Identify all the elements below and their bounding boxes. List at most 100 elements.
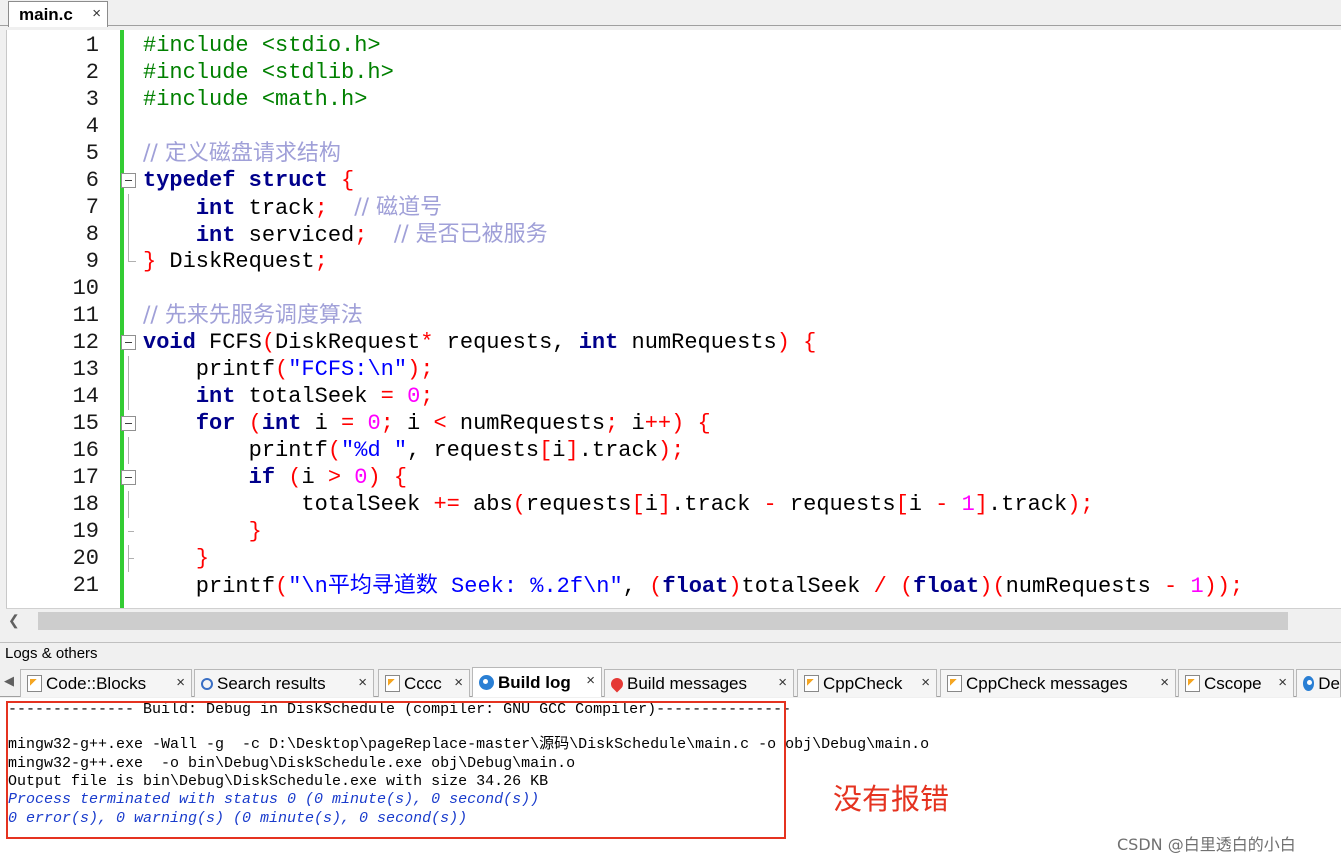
tab-label: Build log — [498, 672, 571, 692]
tab-code-blocks[interactable]: Code::Blocks × — [20, 669, 192, 697]
tab-cscope[interactable]: Cscope × — [1178, 669, 1294, 697]
tab-search-results[interactable]: Search results × — [194, 669, 374, 697]
code-text: } — [195, 546, 210, 571]
fold-guide — [128, 491, 129, 518]
fold-toggle-icon[interactable] — [121, 173, 136, 188]
fold-guide — [128, 194, 129, 221]
tab-label: De — [1318, 673, 1340, 693]
code-text: printf("%d ", requests[i].track); — [143, 438, 685, 463]
code-text: for (int i = 0; i < numRequests; i++) { — [195, 411, 711, 436]
line-number: 13 — [72, 357, 99, 382]
tab-cccc[interactable]: Cccc × — [378, 669, 470, 697]
tab-build-log[interactable]: Build log × — [472, 667, 602, 697]
editor-tab-label: main.c — [19, 4, 73, 24]
fold-guide — [128, 558, 134, 559]
code-text: #include <math.h> — [143, 87, 368, 112]
line-number: 10 — [72, 276, 99, 301]
code-editor[interactable]: 1 #include <stdio.h> 2 #include <stdlib.h> 3… — [6, 30, 1341, 608]
code-text: totalSeek += abs(requests[i].track - req… — [143, 492, 1094, 517]
line-number: 8 — [85, 222, 99, 247]
code-text: int totalSeek = 0; — [195, 384, 434, 409]
document-icon — [947, 675, 962, 692]
logs-panel-header: Logs & others — [0, 642, 1341, 664]
tab-label: Cccc — [404, 673, 442, 693]
scroll-left-icon[interactable]: ❮ — [8, 612, 20, 629]
close-icon[interactable]: × — [1160, 674, 1169, 691]
line-number: 12 — [72, 330, 99, 355]
fold-guide — [128, 383, 129, 410]
code-text: int track; // 磁道号 — [195, 195, 443, 221]
line-number: 16 — [72, 438, 99, 463]
close-icon[interactable]: × — [454, 674, 463, 691]
fold-toggle-icon[interactable] — [121, 416, 136, 431]
highlight-box — [6, 701, 786, 839]
tab-label: Cscope — [1204, 673, 1262, 693]
horizontal-scrollbar[interactable]: ❮ — [6, 608, 1341, 632]
change-marker — [120, 30, 124, 608]
code-text: int serviced; // 是否已被服务 — [195, 222, 548, 248]
code-text: #include <stdio.h> — [143, 33, 381, 58]
line-number: 7 — [85, 195, 99, 220]
line-number: 15 — [72, 411, 99, 436]
line-number: 21 — [72, 573, 99, 598]
editor-tab-main-c[interactable]: main.c × — [8, 1, 108, 27]
close-icon[interactable]: × — [176, 674, 185, 691]
close-icon[interactable]: × — [358, 674, 367, 691]
watermark: CSDN @白里透白的小白 — [1117, 835, 1296, 854]
tab-label: Search results — [217, 673, 326, 693]
code-text: // 先来先服务调度算法 — [143, 303, 363, 328]
line-number: 20 — [72, 546, 99, 571]
document-icon — [27, 675, 42, 692]
scrollbar-thumb[interactable] — [38, 612, 1288, 630]
tab-build-messages[interactable]: Build messages × — [604, 669, 794, 697]
gear-icon — [479, 675, 494, 690]
document-icon — [1185, 675, 1200, 692]
tab-label: CppCheck messages — [966, 673, 1128, 693]
line-number: 5 — [85, 141, 99, 166]
editor-tab-bar: main.c × — [0, 0, 1341, 27]
pin-icon — [608, 675, 626, 692]
line-number: 3 — [85, 87, 99, 112]
tab-cppcheck[interactable]: CppCheck × — [797, 669, 937, 697]
code-text: if (i > 0) { — [248, 465, 408, 490]
code-text: // 定义磁盘请求结构 — [143, 141, 341, 166]
line-number: 2 — [85, 60, 99, 85]
tab-de[interactable]: De — [1296, 669, 1341, 697]
tab-cppcheck-messages[interactable]: CppCheck messages × — [940, 669, 1176, 697]
logs-tab-bar: ◀ Code::Blocks × Search results × Cccc × Build… — [0, 665, 1341, 697]
line-number: 11 — [72, 303, 99, 328]
code-text: typedef struct { — [143, 168, 355, 193]
line-number: 6 — [85, 168, 99, 193]
code-text: } DiskRequest; — [143, 249, 328, 274]
fold-guide — [128, 437, 129, 464]
line-number: 17 — [72, 465, 99, 490]
fold-end — [128, 248, 136, 262]
tab-scroll-left-icon[interactable]: ◀ — [4, 673, 14, 689]
gear-icon — [1303, 676, 1315, 691]
line-number: 9 — [85, 249, 99, 274]
logs-panel-title: Logs & others — [5, 645, 98, 662]
close-icon[interactable]: × — [586, 672, 595, 689]
search-icon — [201, 677, 213, 690]
line-number: 18 — [72, 492, 99, 517]
tab-label: Code::Blocks — [46, 673, 147, 693]
code-text: #include <stdlib.h> — [143, 60, 394, 85]
document-icon — [385, 675, 400, 692]
line-number: 1 — [85, 33, 99, 58]
fold-toggle-icon[interactable] — [121, 335, 136, 350]
code-text: void FCFS(DiskRequest* requests, int num… — [143, 330, 817, 355]
line-number: 19 — [72, 519, 99, 544]
fold-toggle-icon[interactable] — [121, 470, 136, 485]
tab-label: CppCheck — [823, 673, 903, 693]
close-icon[interactable]: × — [921, 674, 930, 691]
close-icon[interactable]: × — [1278, 674, 1287, 691]
document-icon — [804, 675, 819, 692]
line-number: 4 — [85, 114, 99, 139]
fold-guide — [128, 356, 129, 383]
close-icon[interactable]: × — [92, 5, 101, 22]
code-text: printf("\n平均寻道数 Seek: %.2f\n", (float)to… — [143, 573, 1244, 599]
code-text: } — [248, 519, 262, 544]
annotation-text: 没有报错 — [833, 782, 950, 816]
close-icon[interactable]: × — [778, 674, 787, 691]
line-number: 14 — [72, 384, 99, 409]
